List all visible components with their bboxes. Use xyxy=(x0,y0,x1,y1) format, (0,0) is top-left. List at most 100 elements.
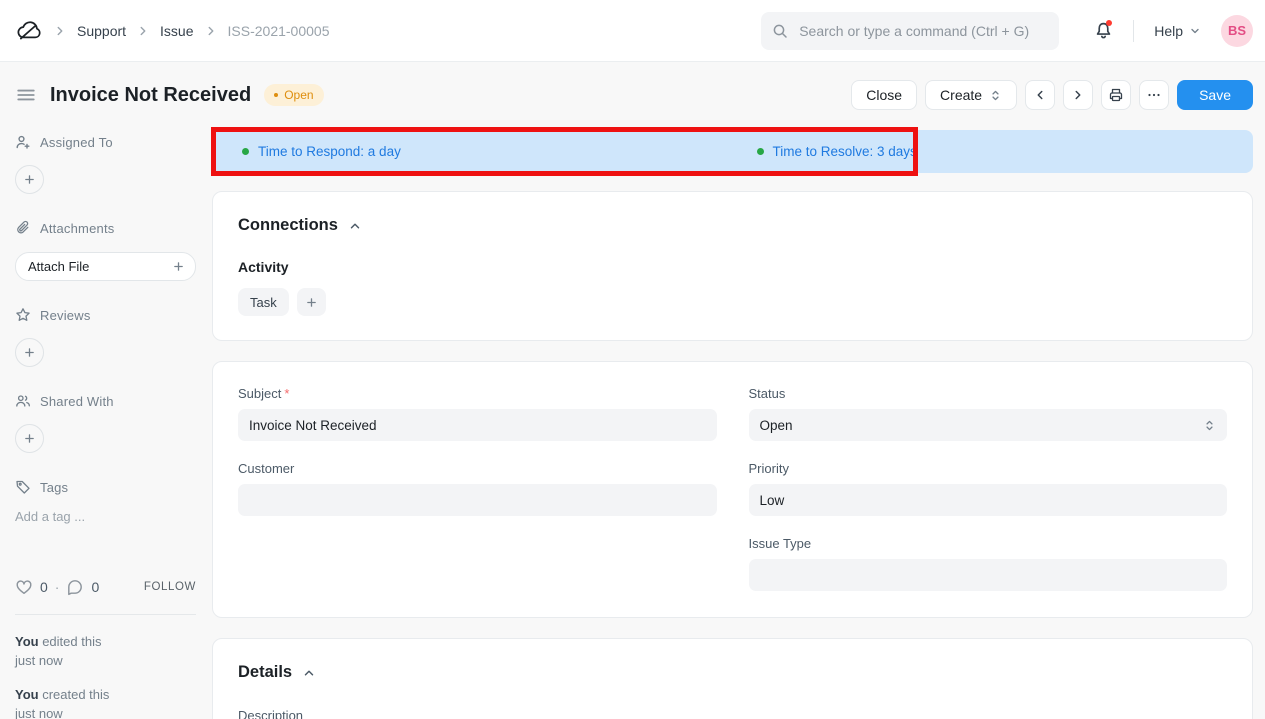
activity-group-label: Activity xyxy=(238,259,1227,275)
description-label: Description xyxy=(238,708,1227,719)
sidebar-section-shared-with: Shared With xyxy=(15,393,196,453)
connections-section-toggle[interactable]: Connections xyxy=(238,216,362,235)
document-sidebar: Assigned To Attachments Attach File xyxy=(0,130,212,719)
field-priority: Priority xyxy=(749,461,1228,516)
breadcrumb-issue[interactable]: Issue xyxy=(160,23,193,39)
notifications-bell-button[interactable] xyxy=(1087,15,1119,47)
fields-column-left: Subject* Customer xyxy=(238,386,717,593)
status-badge: Open xyxy=(264,84,323,106)
shared-with-label: Shared With xyxy=(40,394,114,409)
time-to-respond-label: Time to Respond: a day xyxy=(258,144,401,159)
issue-type-input[interactable] xyxy=(749,559,1228,591)
issue-detail-page: Support Issue ISS-2021-00005 xyxy=(0,0,1265,719)
required-marker: * xyxy=(284,386,289,401)
comments-count: 0 xyxy=(91,579,99,595)
tags-label: Tags xyxy=(40,480,68,495)
issue-type-label: Issue Type xyxy=(749,536,1228,551)
user-avatar[interactable]: BS xyxy=(1221,15,1253,47)
help-menu-button[interactable]: Help xyxy=(1148,22,1207,40)
sidebar-toggle-button[interactable] xyxy=(15,84,37,106)
form-main-area: Time to Respond: a day Time to Resolve: … xyxy=(212,130,1253,719)
chevron-up-icon xyxy=(302,666,316,680)
breadcrumb-current-doc: ISS-2021-00005 xyxy=(228,23,330,39)
help-label: Help xyxy=(1154,23,1183,39)
close-button[interactable]: Close xyxy=(851,80,917,110)
top-navbar: Support Issue ISS-2021-00005 xyxy=(0,0,1265,62)
status-select-value: Open xyxy=(760,418,793,433)
details-title: Details xyxy=(238,663,292,682)
sidebar-section-reviews: Reviews xyxy=(15,307,196,367)
printer-icon xyxy=(1108,87,1124,103)
breadcrumb-support[interactable]: Support xyxy=(77,23,126,39)
create-button-label: Create xyxy=(940,87,982,103)
field-customer: Customer xyxy=(238,461,717,516)
global-search[interactable] xyxy=(761,12,1059,50)
attach-file-label: Attach File xyxy=(28,259,89,274)
print-button[interactable] xyxy=(1101,80,1131,110)
save-button[interactable]: Save xyxy=(1177,80,1253,110)
field-status: Status Open xyxy=(749,386,1228,441)
field-issue-type: Issue Type xyxy=(749,536,1228,591)
sidebar-section-attachments: Attachments Attach File xyxy=(15,220,196,281)
page-title-bar: Invoice Not Received Open Close Create xyxy=(0,62,1265,118)
previous-document-button[interactable] xyxy=(1025,80,1055,110)
time-to-respond: Time to Respond: a day xyxy=(212,144,739,159)
search-input[interactable] xyxy=(797,22,1048,40)
chevron-left-icon xyxy=(1033,88,1047,102)
assigned-to-heading: Assigned To xyxy=(15,134,196,150)
details-section-toggle[interactable]: Details xyxy=(238,663,316,682)
tags-heading: Tags xyxy=(15,479,196,495)
breadcrumb: Support Issue ISS-2021-00005 xyxy=(15,17,329,45)
more-options-button[interactable] xyxy=(1139,80,1169,110)
reviews-label: Reviews xyxy=(40,308,91,323)
task-link-button[interactable]: Task xyxy=(238,288,289,316)
field-subject: Subject* xyxy=(238,386,717,441)
chevron-up-down-icon xyxy=(1203,419,1216,432)
comments-icon[interactable] xyxy=(66,578,84,596)
sla-banner-wrap: Time to Respond: a day Time to Resolve: … xyxy=(212,130,1253,173)
ellipsis-icon xyxy=(1146,87,1162,103)
connections-title: Connections xyxy=(238,216,338,235)
title-group: Invoice Not Received Open xyxy=(15,84,324,107)
status-label: Status xyxy=(749,386,1228,401)
tag-icon xyxy=(15,479,31,495)
add-tag-input[interactable]: Add a tag ... xyxy=(15,509,196,524)
activity-action: edited this xyxy=(39,634,102,649)
plus-icon xyxy=(172,260,185,273)
add-share-button[interactable] xyxy=(15,424,44,453)
add-assignment-button[interactable] xyxy=(15,165,44,194)
activity-actor: You xyxy=(15,687,39,702)
connections-links: Task xyxy=(238,288,1227,316)
next-document-button[interactable] xyxy=(1063,80,1093,110)
create-button[interactable]: Create xyxy=(925,80,1017,110)
subject-input[interactable] xyxy=(238,409,717,441)
reviews-heading: Reviews xyxy=(15,307,196,323)
sidebar-section-assigned-to: Assigned To xyxy=(15,134,196,194)
customer-label: Customer xyxy=(238,461,717,476)
navbar-actions: Help BS xyxy=(761,12,1253,50)
attach-file-button[interactable]: Attach File xyxy=(15,252,196,281)
green-dot-icon xyxy=(757,148,764,155)
like-heart-icon[interactable] xyxy=(15,578,33,596)
issue-fields-card: Subject* Customer Status xyxy=(212,361,1253,618)
priority-input[interactable] xyxy=(749,484,1228,516)
fields-grid: Subject* Customer Status xyxy=(238,386,1227,593)
likes-count: 0 xyxy=(40,579,48,595)
activity-entry-created: You created this just now xyxy=(15,686,196,719)
customer-input[interactable] xyxy=(238,484,717,516)
activity-time: just now xyxy=(15,706,63,719)
add-review-button[interactable] xyxy=(15,338,44,367)
chevron-up-down-icon xyxy=(989,89,1002,102)
app-logo-icon[interactable] xyxy=(15,17,43,45)
chevron-right-icon xyxy=(1071,88,1085,102)
social-row: 0 · 0 FOLLOW xyxy=(15,578,196,596)
add-task-button[interactable] xyxy=(297,288,326,316)
status-select[interactable]: Open xyxy=(749,409,1228,441)
content-area: Assigned To Attachments Attach File xyxy=(0,130,1265,719)
green-dot-icon xyxy=(242,148,249,155)
user-plus-icon xyxy=(15,134,31,150)
count-separator: · xyxy=(55,579,60,595)
page-title: Invoice Not Received xyxy=(50,84,251,107)
follow-button[interactable]: FOLLOW xyxy=(144,581,196,593)
activity-actor: You xyxy=(15,634,39,649)
